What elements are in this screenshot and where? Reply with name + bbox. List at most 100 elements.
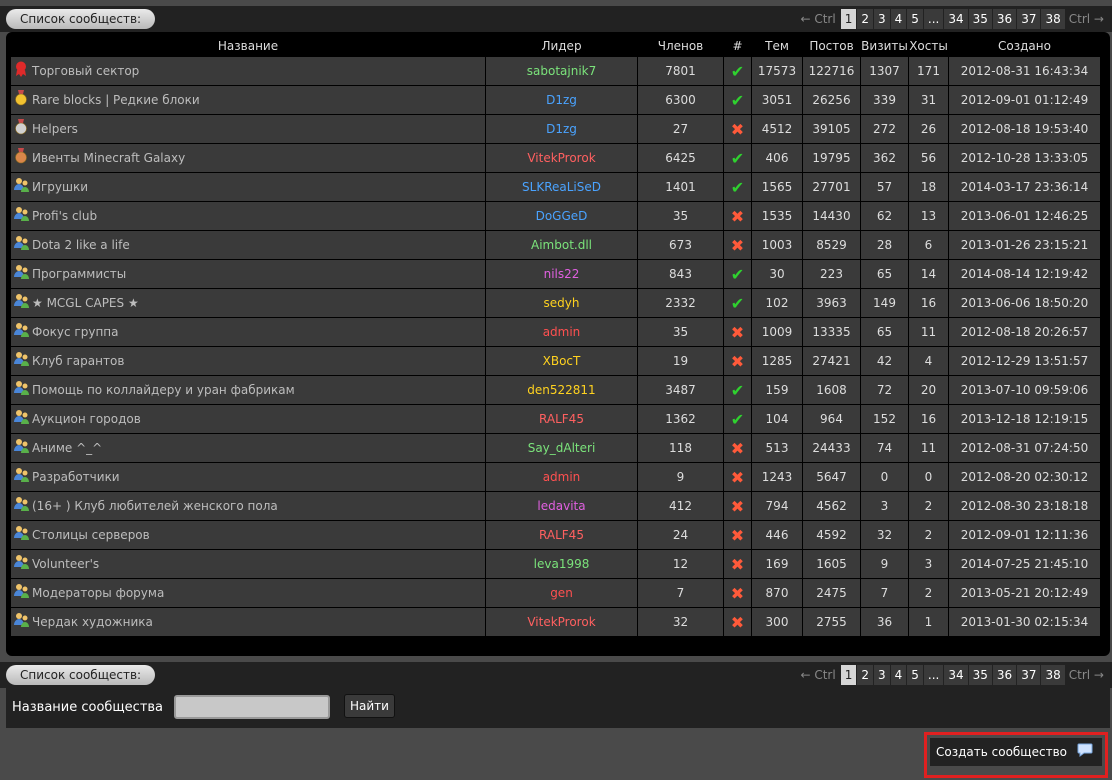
page-link-34[interactable]: 34 <box>944 665 968 685</box>
community-name[interactable]: Чердак художника <box>32 615 153 629</box>
table-row[interactable]: (16+ ) Клуб любителей женского пола ledav… <box>10 491 1101 521</box>
table-row[interactable]: Программисты nils22 843 ✔ 30 223 65 14 2014-08-1… <box>10 259 1101 289</box>
page-link-5[interactable]: 5 <box>907 9 923 29</box>
prev-page-link[interactable]: ← Ctrl <box>796 9 839 29</box>
page-link-36[interactable]: 36 <box>992 665 1017 685</box>
leader-name[interactable]: sabotajnik7 <box>527 64 596 78</box>
next-page-link[interactable]: Ctrl → <box>1065 665 1108 685</box>
table-row[interactable]: Rare blocks | Редкие блоки D1zg 6300 ✔ 3051 2… <box>10 85 1101 115</box>
community-name[interactable]: Клуб гарантов <box>32 354 124 368</box>
page-link-1[interactable]: 1 <box>840 665 857 685</box>
community-name[interactable]: Dota 2 like a life <box>32 238 130 252</box>
table-row[interactable]: Разработчики admin 9 ✖ 1243 5647 0 0 2012-08-20 … <box>10 462 1101 492</box>
community-name[interactable]: Аукцион городов <box>32 412 141 426</box>
community-name-cell[interactable]: Игрушки <box>10 172 486 202</box>
table-row[interactable]: Торговый сектор sabotajnik7 7801 ✔ 17573 1227… <box>10 56 1101 86</box>
leader-name[interactable]: VitekProrok <box>527 615 595 629</box>
column-header-posts[interactable]: Постов <box>803 36 861 57</box>
page-link-1[interactable]: 1 <box>840 9 857 29</box>
community-name[interactable]: Rare blocks | Редкие блоки <box>32 93 200 107</box>
page-link-38[interactable]: 38 <box>1041 9 1065 29</box>
table-row[interactable]: Dota 2 like a life Aimbot.dll 673 ✖ 1003 8529… <box>10 230 1101 260</box>
page-link-5[interactable]: 5 <box>907 665 923 685</box>
leader-name[interactable]: D1zg <box>546 93 577 107</box>
column-header-members[interactable]: Членов <box>638 36 724 57</box>
community-name-cell[interactable]: Dota 2 like a life <box>10 230 486 260</box>
community-name[interactable]: Volunteer's <box>32 557 99 571</box>
community-name-cell[interactable]: Аниме ^_^ <box>10 433 486 463</box>
community-name-input[interactable] <box>174 695 330 719</box>
community-name-cell[interactable]: Volunteer's <box>10 549 486 579</box>
table-row[interactable]: Profi's club DoGGeD 35 ✖ 1535 14430 62 13 2013-0… <box>10 201 1101 231</box>
leader-name[interactable]: gen <box>550 586 573 600</box>
column-header-topics[interactable]: Тем <box>752 36 803 57</box>
leader-name[interactable]: RALF45 <box>539 528 584 542</box>
page-link-4[interactable]: 4 <box>890 9 907 29</box>
community-name-cell[interactable]: Аукцион городов <box>10 404 486 434</box>
column-header-name[interactable]: Название <box>11 36 486 57</box>
page-link-2[interactable]: 2 <box>857 9 873 29</box>
page-link-2[interactable]: 2 <box>857 665 873 685</box>
page-link-38[interactable]: 38 <box>1041 665 1065 685</box>
table-row[interactable]: Чердак художника VitekProrok 32 ✖ 300 2755 36 1… <box>10 607 1101 637</box>
leader-name[interactable]: RALF45 <box>539 412 584 426</box>
community-name-cell[interactable]: Разработчики <box>10 462 486 492</box>
community-name-cell[interactable]: Helpers <box>10 114 486 144</box>
table-row[interactable]: Аукцион городов RALF45 1362 ✔ 104 964 152 16 201… <box>10 404 1101 434</box>
community-name[interactable]: Торговый сектор <box>32 64 139 78</box>
leader-name[interactable]: D1zg <box>546 122 577 136</box>
community-name[interactable]: Profi's club <box>32 209 97 223</box>
page-link-37[interactable]: 37 <box>1017 9 1041 29</box>
page-link-36[interactable]: 36 <box>992 9 1017 29</box>
community-name-cell[interactable]: ★ MCGL CAPES ★ <box>10 288 486 318</box>
column-header-leader[interactable]: Лидер <box>486 36 638 57</box>
leader-name[interactable]: leva1998 <box>534 557 590 571</box>
community-name[interactable]: Столицы серверов <box>32 528 150 542</box>
community-name[interactable]: Игрушки <box>32 180 88 194</box>
community-name[interactable]: Программисты <box>32 267 126 281</box>
leader-name[interactable]: XBocT <box>543 354 581 368</box>
leader-name[interactable]: den522811 <box>527 383 595 397</box>
page-link-35[interactable]: 35 <box>968 665 992 685</box>
community-name-cell[interactable]: Столицы серверов <box>10 520 486 550</box>
leader-name[interactable]: DoGGeD <box>536 209 588 223</box>
page-link-34[interactable]: 34 <box>944 9 968 29</box>
leader-name[interactable]: ledavita <box>537 499 585 513</box>
community-name[interactable]: Аниме ^_^ <box>32 441 102 455</box>
community-name[interactable]: ★ MCGL CAPES ★ <box>32 296 139 310</box>
table-row[interactable]: Helpers D1zg 27 ✖ 4512 39105 272 26 2012-08-18 1… <box>10 114 1101 144</box>
leader-name[interactable]: nils22 <box>544 267 580 281</box>
page-link-37[interactable]: 37 <box>1017 665 1041 685</box>
page-link-4[interactable]: 4 <box>890 665 907 685</box>
column-header-status[interactable]: # <box>724 36 752 57</box>
leader-name[interactable]: Aimbot.dll <box>531 238 592 252</box>
next-page-link[interactable]: Ctrl → <box>1065 9 1108 29</box>
table-row[interactable]: Модераторы форума gen 7 ✖ 870 2475 7 2 2013-05-2… <box>10 578 1101 608</box>
leader-name[interactable]: SLKReaLiSeD <box>522 180 601 194</box>
table-row[interactable]: Игрушки SLKReaLiSeD 1401 ✔ 1565 27701 57 18 2014… <box>10 172 1101 202</box>
column-header-visits[interactable]: Визиты <box>861 36 909 57</box>
community-name-cell[interactable]: Торговый сектор <box>10 56 486 86</box>
table-row[interactable]: Volunteer's leva1998 12 ✖ 169 1605 9 3 2014-07-2… <box>10 549 1101 579</box>
community-name[interactable]: Фокус группа <box>32 325 119 339</box>
community-name[interactable]: Помощь по коллайдеру и уран фабрикам <box>32 383 295 397</box>
page-link-35[interactable]: 35 <box>968 9 992 29</box>
community-name-cell[interactable]: Profi's club <box>10 201 486 231</box>
leader-name[interactable]: Say_dAlteri <box>528 441 596 455</box>
community-name[interactable]: Helpers <box>32 122 78 136</box>
leader-name[interactable]: VitekProrok <box>527 151 595 165</box>
community-name-cell[interactable]: Модераторы форума <box>10 578 486 608</box>
community-name[interactable]: Разработчики <box>32 470 120 484</box>
community-name-cell[interactable]: Ивенты Minecraft Galaxy <box>10 143 486 173</box>
table-row[interactable]: Аниме ^_^ Say_dAlteri 118 ✖ 513 24433 74 11 2012… <box>10 433 1101 463</box>
community-name-cell[interactable]: Чердак художника <box>10 607 486 637</box>
table-row[interactable]: Помощь по коллайдеру и уран фабрикам den5… <box>10 375 1101 405</box>
community-name-cell[interactable]: Программисты <box>10 259 486 289</box>
table-row[interactable]: Столицы серверов RALF45 24 ✖ 446 4592 32 2 2012-… <box>10 520 1101 550</box>
community-name-cell[interactable]: Фокус группа <box>10 317 486 347</box>
create-community-button[interactable]: Создать сообщество <box>930 738 1102 766</box>
prev-page-link[interactable]: ← Ctrl <box>796 665 839 685</box>
community-name[interactable]: Ивенты Minecraft Galaxy <box>32 151 185 165</box>
table-row[interactable]: Фокус группа admin 35 ✖ 1009 13335 65 11 2012-08… <box>10 317 1101 347</box>
community-name[interactable]: (16+ ) Клуб любителей женского пола <box>32 499 278 513</box>
